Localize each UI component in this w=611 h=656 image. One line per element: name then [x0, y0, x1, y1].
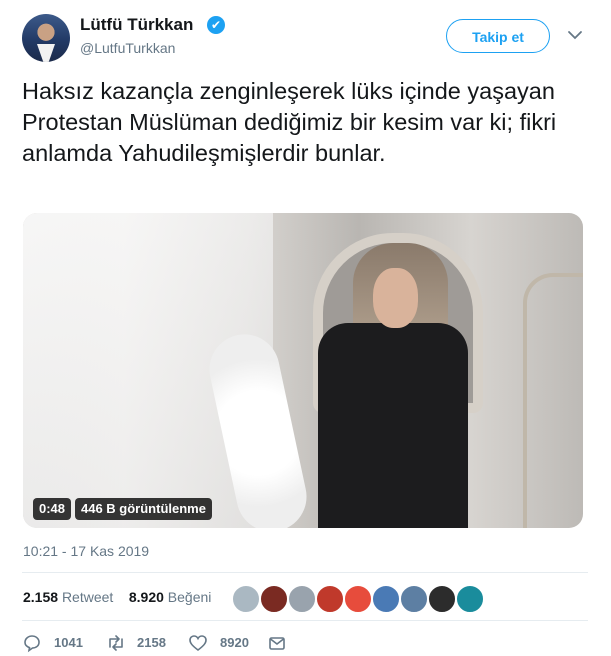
verified-badge-icon: ✔	[207, 16, 225, 34]
retweet-action-count: 2158	[137, 635, 166, 650]
liker-avatar[interactable]	[260, 585, 288, 613]
follow-button[interactable]: Takip et	[446, 19, 550, 53]
tweet-text: Haksız kazançla zenginleşerek lüks içind…	[22, 78, 557, 166]
retweet-count[interactable]: 2.158	[23, 589, 58, 605]
like-action-count: 8920	[220, 635, 249, 650]
author-avatar[interactable]	[22, 14, 70, 62]
reply-count: 1041	[54, 635, 83, 650]
author-name[interactable]: Lütfü Türkkan	[80, 15, 193, 35]
envelope-icon	[269, 637, 285, 650]
liker-avatar[interactable]	[456, 585, 484, 613]
divider	[22, 572, 588, 573]
video-view-count: 446 B görüntülenme	[75, 498, 212, 520]
liker-avatar[interactable]	[400, 585, 428, 613]
heart-icon	[189, 635, 207, 652]
liker-avatar[interactable]	[344, 585, 372, 613]
engagement-stats: 2.158 Retweet 8.920 Beğeni	[23, 589, 211, 605]
like-count[interactable]: 8.920	[129, 589, 164, 605]
author-handle[interactable]: @LutfuTurkkan	[80, 40, 175, 56]
divider	[22, 620, 588, 621]
liker-avatar[interactable]	[232, 585, 260, 613]
retweet-icon	[109, 635, 123, 651]
liker-avatar[interactable]	[288, 585, 316, 613]
like-label[interactable]: Beğeni	[168, 589, 212, 605]
reply-icon	[24, 635, 40, 653]
liker-avatar[interactable]	[316, 585, 344, 613]
tweet-timestamp[interactable]: 10:21 - 17 Kas 2019	[23, 543, 149, 559]
video-player[interactable]	[23, 213, 583, 528]
liker-avatar[interactable]	[372, 585, 400, 613]
retweet-label[interactable]: Retweet	[62, 589, 113, 605]
video-duration: 0:48	[33, 498, 72, 520]
chevron-down-icon[interactable]	[566, 26, 584, 44]
liker-avatar[interactable]	[428, 585, 456, 613]
